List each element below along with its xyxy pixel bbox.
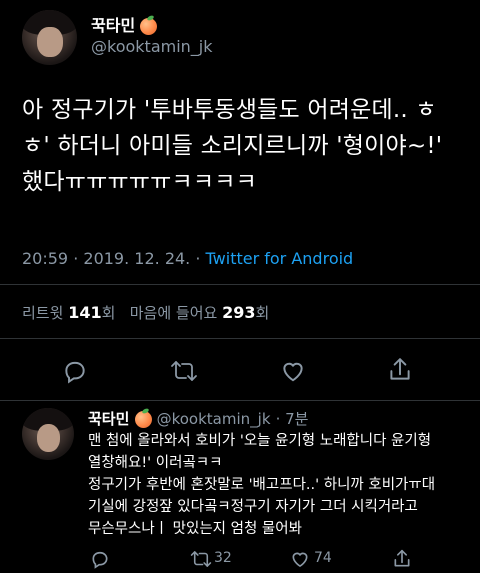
reply-body: 맨 첨에 올라와서 호비가 '오늘 윤기형 노래합니다 윤기형 열창해요!' 이…: [88, 430, 476, 540]
retweets-count: 141: [68, 303, 102, 322]
tweet-body: 아 정구기가 '투바투동생들도 어려운데.. ㅎ ㅎ' 하더니 아미들 소리지르…: [22, 92, 472, 200]
likes-count: 293: [222, 303, 256, 322]
reply-icon[interactable]: [62, 358, 88, 384]
reply-line: 기실에 강정잪 있다곸ㅋ정구기 자기가 그더 시킥거라고: [88, 499, 418, 515]
divider: [0, 338, 480, 339]
reply-retweet-icon[interactable]: [190, 549, 212, 569]
reply-line: 무슨무스나ㅣ 맛있는지 엄청 물어봐: [88, 521, 302, 537]
tweet-line: ㅎ' 하더니 아미들 소리지르니까 '형이야~!': [22, 133, 443, 159]
reply-author-avatar[interactable]: [22, 408, 74, 460]
likes-stat[interactable]: 마음에 들어요 293회: [129, 303, 270, 322]
tweet-line: 아 정구기가 '투바투동생들도 어려운데.. ㅎ: [22, 97, 437, 123]
meta-separator: ·: [195, 249, 201, 268]
like-icon[interactable]: [280, 358, 306, 384]
author-avatar[interactable]: [22, 10, 77, 65]
reply-line: 맨 첨에 올라와서 호비가 '오늘 윤기형 노래합니다 윤기형: [88, 433, 432, 449]
divider: [0, 400, 480, 401]
peach-icon: [134, 411, 152, 428]
peach-icon: [140, 18, 158, 35]
reply-retweet-count: 32: [214, 550, 232, 566]
retweets-unit: 회: [101, 304, 116, 322]
retweet-icon[interactable]: [170, 358, 198, 384]
share-icon[interactable]: [387, 356, 413, 384]
reply-author-handle[interactable]: @kooktamin_jk: [157, 410, 271, 428]
author-handle[interactable]: @kooktamin_jk: [91, 37, 213, 56]
reply-time-ago[interactable]: · 7분: [276, 410, 309, 428]
tweet-time: 20:59: [22, 249, 69, 268]
reply-author-name[interactable]: 꾹타민: [88, 410, 129, 428]
reply-line: 열창해요!' 이러곸ㅋㅋ: [88, 455, 223, 471]
reply-reply-icon[interactable]: [90, 549, 110, 569]
tweet-meta: 20:59 · 2019. 12. 24. · Twitter for Andr…: [22, 249, 353, 268]
reply-line: 정구기가 후반에 혼잣말로 '배고프다..' 하니까 호비가ㅠ대: [88, 477, 436, 493]
author-name-row[interactable]: 꾹타민: [91, 12, 158, 36]
meta-separator: ·: [73, 249, 79, 268]
divider: [0, 284, 480, 285]
likes-label: 마음에 들어요: [129, 304, 218, 322]
tweet-stats: 리트윗 141회 마음에 들어요 293회: [22, 302, 269, 323]
retweets-stat[interactable]: 리트윗 141회: [22, 303, 120, 322]
author-name[interactable]: 꾹타민: [91, 16, 135, 35]
reply-header: 꾹타민 @kooktamin_jk · 7분: [88, 408, 308, 429]
tweet-date[interactable]: 2019. 12. 24.: [83, 249, 190, 268]
likes-unit: 회: [255, 304, 270, 322]
retweets-label: 리트윗: [22, 304, 64, 322]
reply-like-icon[interactable]: [290, 549, 310, 569]
tweet-source-link[interactable]: Twitter for Android: [206, 249, 354, 268]
tweet-line: 했다ㅠㅠㅠㅠㅠㅋㅋㅋㅋ: [22, 169, 257, 195]
reply-like-count: 74: [314, 550, 332, 566]
reply-share-icon[interactable]: [392, 548, 412, 570]
